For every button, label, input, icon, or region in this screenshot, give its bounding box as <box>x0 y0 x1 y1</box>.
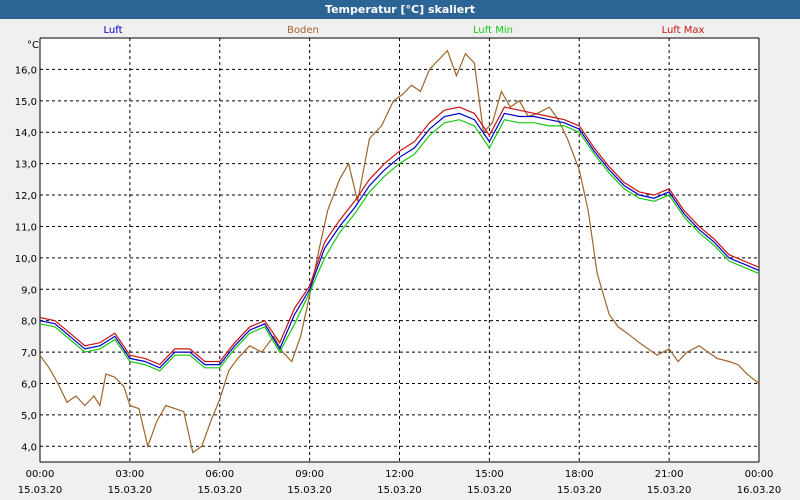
x-tick-date-label: 15.03.20 <box>18 485 63 496</box>
x-tick-label: 15:00 <box>475 469 504 480</box>
x-tick-label: 21:00 <box>655 469 684 480</box>
y-tick-label: 14,0 <box>15 128 37 139</box>
temperature-chart: 4,0 5,0 6,0 7,0 8,0 9,0 10,0 11,0 12,0 13,0 14,0 15… <box>15 25 782 496</box>
x-tick-date-label: 15.03.20 <box>197 485 242 496</box>
y-tick-label: 8,0 <box>21 317 37 328</box>
x-tick-date-label: 15.03.20 <box>108 485 153 496</box>
y-tick-label: 10,0 <box>15 254 37 265</box>
x-tick-label: 09:00 <box>295 469 324 480</box>
y-tick-label: 13,0 <box>15 160 37 171</box>
x-tick-date-label: 15.03.20 <box>647 485 692 496</box>
y-tick-label: 15,0 <box>15 97 37 108</box>
y-tick-label: 11,0 <box>15 222 37 233</box>
y-tick-label: 12,0 <box>15 191 37 202</box>
x-tick-date-label: 15.03.20 <box>557 485 602 496</box>
x-tick-label: 00:00 <box>745 469 774 480</box>
y-tick-label: 9,0 <box>21 285 37 296</box>
y-tick-label: 5,0 <box>21 411 37 422</box>
y-tick-label: 16,0 <box>15 65 37 76</box>
x-tick-label: 12:00 <box>385 469 414 480</box>
x-tick-date-label: 15.03.20 <box>287 485 332 496</box>
y-tick-label: 6,0 <box>21 379 37 390</box>
x-tick-date-label: 16.03.20 <box>737 485 782 496</box>
x-tick-label: 00:00 <box>26 469 55 480</box>
x-tick-label: 18:00 <box>565 469 594 480</box>
legend-luft: Luft <box>104 25 123 36</box>
legend-luft-max: Luft Max <box>662 25 705 36</box>
y-tick-label: 4,0 <box>21 442 37 453</box>
x-tick-date-label: 15.03.20 <box>467 485 512 496</box>
x-tick-date-label: 15.03.20 <box>377 485 422 496</box>
legend-luft-min: Luft Min <box>473 25 513 36</box>
y-axis-label: °C <box>27 40 39 51</box>
x-tick-label: 03:00 <box>115 469 144 480</box>
legend-boden: Boden <box>287 25 319 36</box>
y-tick-label: 7,0 <box>21 348 37 359</box>
x-tick-label: 06:00 <box>205 469 234 480</box>
